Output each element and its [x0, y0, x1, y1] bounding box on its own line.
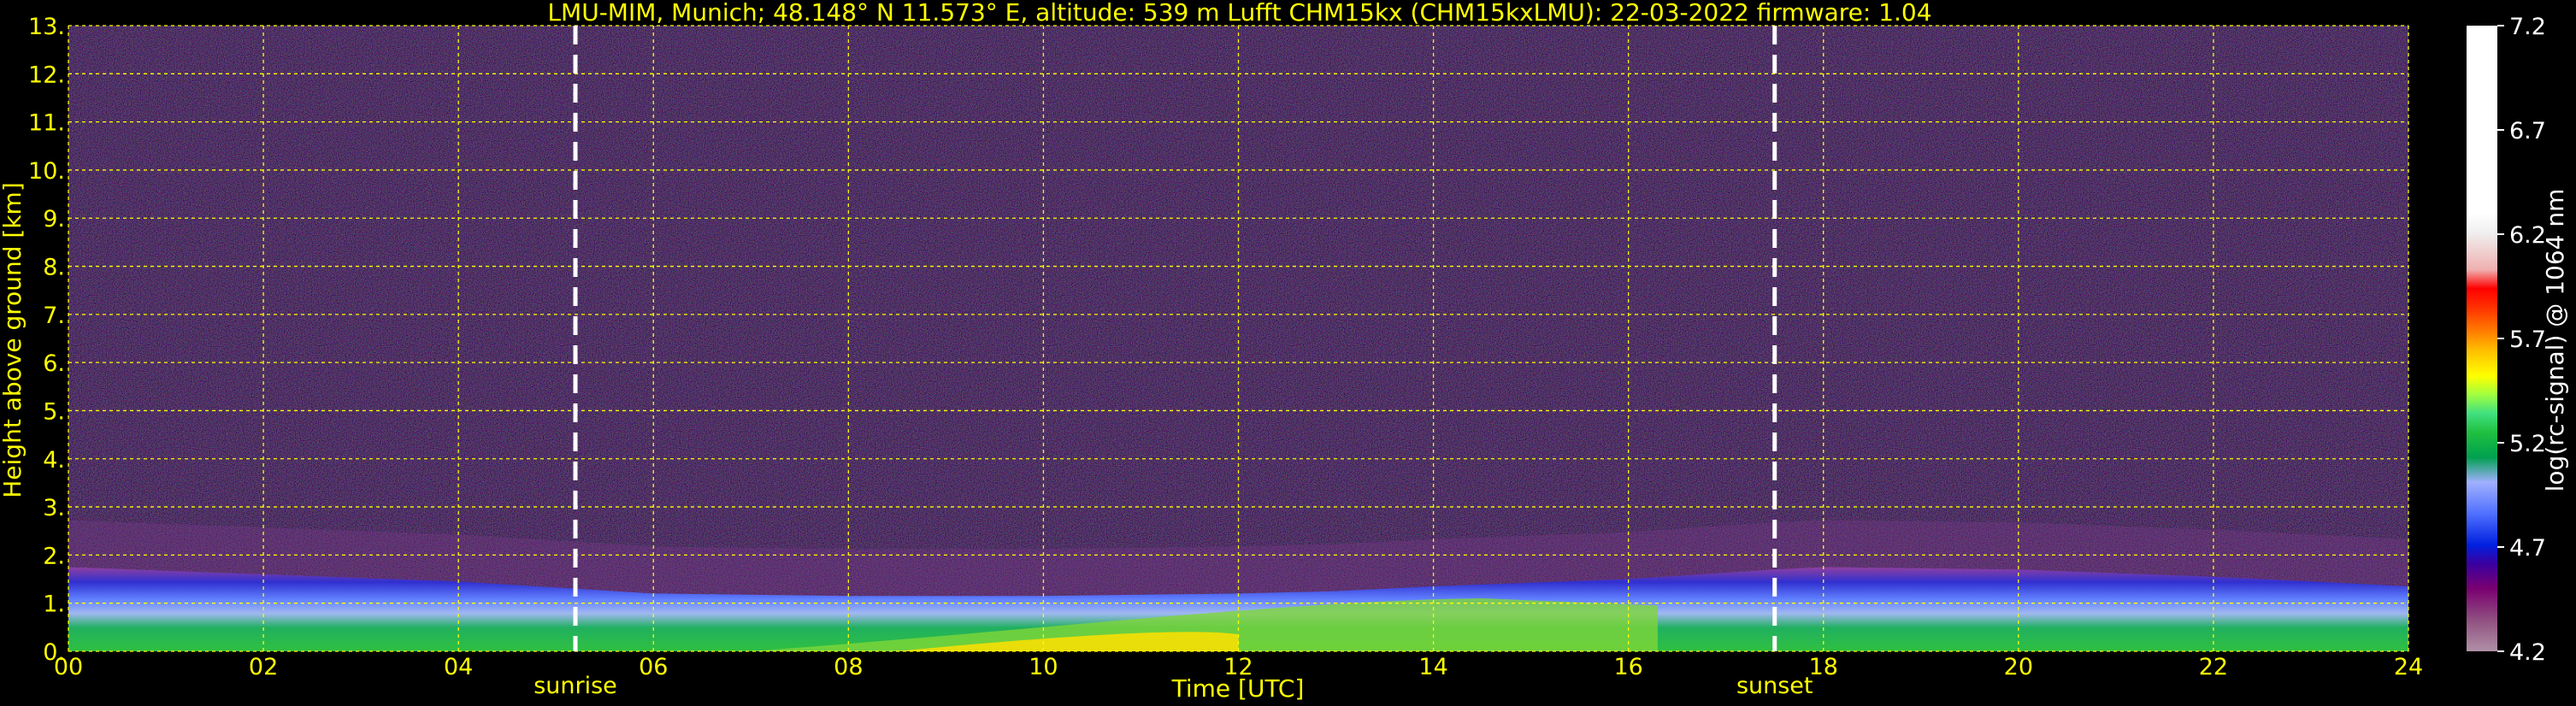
sunset-label: sunset: [1736, 673, 1813, 699]
x-tick-label: 10: [1029, 654, 1058, 680]
x-tick-label: 18: [1809, 654, 1838, 680]
x-tick-label: 16: [1613, 654, 1642, 680]
x-tick-label: 24: [2394, 654, 2423, 680]
colorbar-label: log(rc-signal) @ 1064 nm: [2541, 189, 2569, 492]
x-axis-label: Time [UTC]: [1171, 674, 1305, 703]
x-tick-label: 02: [249, 654, 278, 680]
ceilometer-figure: 0.1.2.3.4.5.6.7.8.9.10.11.12.13. 00 02 04 0…: [0, 0, 2569, 703]
y-tick-label: 3.: [43, 495, 65, 521]
y-axis-label: Height above ground [km]: [0, 182, 27, 498]
plot-area: [68, 25, 2409, 652]
y-tick-label: 11.: [28, 110, 65, 137]
colorbar: 4.24.75.25.76.26.77.2 log(rc-signal) @ 1…: [2467, 14, 2569, 666]
x-tick-label: 08: [834, 654, 863, 680]
colorbar-tick-label: 7.2: [2509, 14, 2546, 40]
x-tick-label: 04: [444, 654, 473, 680]
x-tick-label: 22: [2199, 654, 2228, 680]
y-tick-labels: 0.1.2.3.4.5.6.7.8.9.10.11.12.13.: [28, 14, 65, 666]
y-tick-label: 7.: [43, 303, 65, 329]
x-tick-label: 06: [639, 654, 668, 680]
colorbar-tick-labels: 4.24.75.25.76.26.77.2: [2497, 14, 2546, 666]
y-tick-label: 12.: [28, 62, 65, 88]
x-tick-label: 00: [54, 654, 83, 680]
y-tick-label: 13.: [28, 14, 65, 40]
sunrise-label: sunrise: [533, 673, 617, 699]
x-tick-label: 14: [1418, 654, 1447, 680]
y-tick-label: 9.: [43, 206, 65, 232]
y-tick-label: 6.: [43, 350, 65, 377]
y-tick-label: 2.: [43, 543, 65, 569]
colorbar-tick-label: 4.7: [2509, 535, 2546, 562]
y-tick-label: 1.: [43, 591, 65, 618]
colorbar-tick-label: 6.7: [2509, 118, 2546, 144]
colorbar-tick-label: 4.2: [2509, 639, 2546, 666]
x-tick-label: 20: [2004, 654, 2033, 680]
y-tick-label: 8.: [43, 255, 65, 281]
y-tick-label: 10.: [28, 158, 65, 185]
y-tick-label: 4.: [43, 447, 65, 474]
y-tick-label: 5.: [43, 398, 65, 425]
colorbar-gradient: [2467, 26, 2497, 651]
chart-title: LMU-MIM, Munich; 48.148° N 11.573° E, al…: [547, 0, 1931, 26]
